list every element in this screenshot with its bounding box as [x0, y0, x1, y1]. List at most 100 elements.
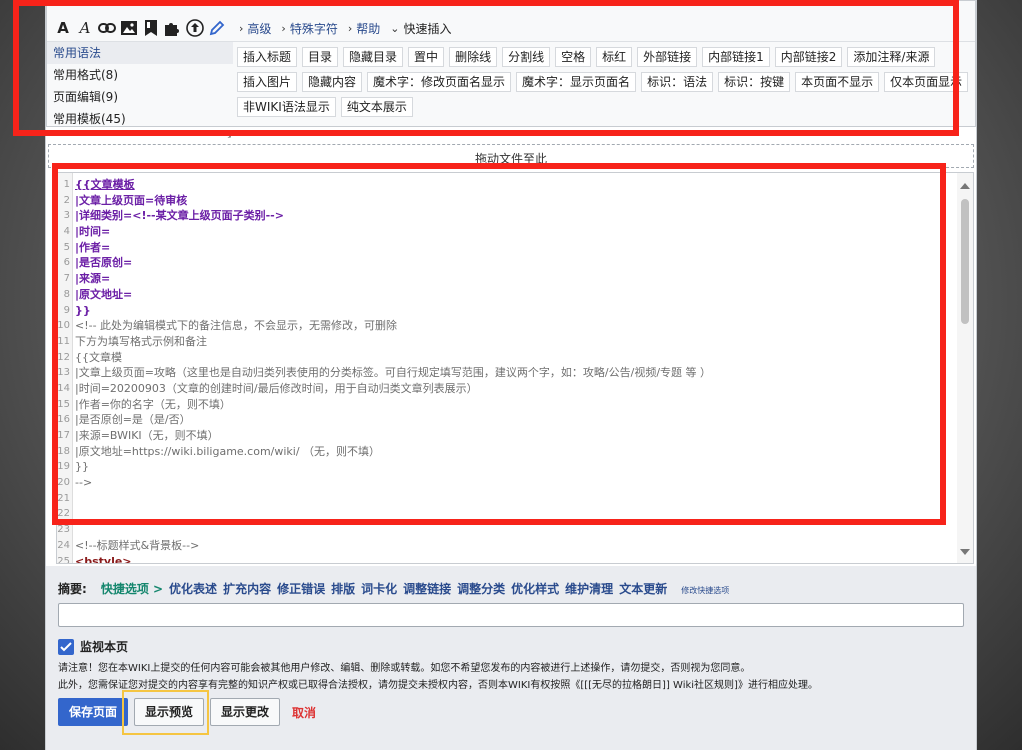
summary-option[interactable]: 文本更新 [619, 580, 667, 597]
scrollbar-thumb[interactable] [961, 199, 969, 324]
summary-label: 摘要: [58, 582, 87, 596]
show-changes-button[interactable]: 显示更改 [210, 698, 281, 726]
code-line[interactable]: 6 |是否原创= [57, 255, 957, 271]
upload-icon[interactable] [185, 17, 205, 39]
line-number: 17 [57, 430, 70, 441]
scroll-down-arrow-icon[interactable] [960, 549, 970, 555]
snippet-button[interactable]: 置中 [408, 47, 445, 67]
edit-quick-options-link[interactable]: 修改快捷选项 [681, 585, 729, 596]
watch-checkbox[interactable] [58, 638, 74, 655]
code-line[interactable]: 18 |原文地址=https://wiki.biligame.com/wiki/ … [57, 444, 957, 460]
menu-help[interactable]: › 帮助 [348, 20, 380, 37]
category-common-formats[interactable]: 常用格式(8) [47, 64, 233, 86]
wiki-edit-page: A A › 高级 › 特殊字符 › 帮助 ⌄ 快速插入 常用语法 常用格式(8)… [45, 0, 977, 750]
summary-option[interactable]: 调整链接 [403, 580, 451, 597]
code-line[interactable]: 22 [57, 506, 957, 522]
snippet-button[interactable]: 添加注释/来源 [847, 47, 936, 67]
menu-quick-insert[interactable]: ⌄ 快速插入 [390, 20, 451, 37]
snippet-button[interactable]: 本页面不显示 [795, 72, 880, 92]
toolbar-main-row: A A › 高级 › 特殊字符 › 帮助 ⌄ 快速插入 [53, 15, 451, 41]
snippet-button[interactable]: 外部链接 [637, 47, 698, 67]
snippet-button[interactable]: 内部链接1 [702, 47, 770, 67]
resize-handle[interactable]: ⤡ [223, 129, 231, 140]
scroll-up-arrow-icon[interactable] [960, 183, 970, 189]
cancel-link[interactable]: 取消 [292, 704, 316, 721]
category-page-editing[interactable]: 页面编辑(9) [47, 86, 233, 108]
line-text: --> [75, 476, 93, 490]
snippet-button[interactable]: 标识：按键 [718, 72, 791, 92]
image-icon[interactable] [119, 17, 139, 39]
code-line[interactable]: 11 下方为填写格式示例和备注 [57, 334, 957, 350]
code-line[interactable]: 3 |详细类别=<!--某文章上级页面子类别--> [57, 208, 957, 224]
summary-option[interactable]: 词卡化 [361, 580, 397, 597]
code-line[interactable]: 13 |文章上级页面=攻略（这里也是自动归类列表使用的分类标签。可自行规定填写范围… [57, 365, 957, 381]
code-line[interactable]: 8 |原文地址= [57, 287, 957, 303]
snippet-button[interactable]: 隐藏内容 [302, 72, 363, 92]
code-line[interactable]: 21 [57, 491, 957, 507]
preview-button[interactable]: 显示预览 [134, 698, 205, 726]
editor-scrollbar[interactable] [957, 173, 973, 563]
snippet-button[interactable]: 删除线 [449, 47, 498, 67]
code-line[interactable]: 17 |来源=BWIKI（无，则不填） [57, 428, 957, 444]
summary-option[interactable]: 调整分类 [457, 580, 505, 597]
line-text: {{文章模板 [75, 178, 135, 191]
link-icon[interactable] [97, 17, 117, 39]
line-number: 22 [57, 508, 70, 520]
code-line[interactable]: 1 {{文章模板 [57, 177, 957, 193]
code-line[interactable]: 9}} [57, 303, 957, 319]
menu-special-chars[interactable]: › 特殊字符 [281, 20, 337, 37]
line-number: 15 [57, 398, 70, 410]
snippet-button[interactable]: 空格 [555, 47, 592, 67]
summary-option[interactable]: 优化样式 [511, 580, 559, 597]
code-line[interactable]: 25 <bstyle> [57, 554, 957, 564]
snippet-button[interactable]: 魔术字：显示页面名 [516, 72, 637, 92]
category-common-templates[interactable]: 常用模板(45) [47, 108, 233, 130]
snippet-button[interactable]: 内部链接2 [774, 47, 843, 67]
code-editor[interactable]: 1 {{文章模板 2 |文章上级页面=待审核 3 |详细类别=<!--某文章上级页面子类别… [56, 172, 974, 564]
summary-option[interactable]: 扩充内容 [223, 580, 271, 597]
puzzle-icon[interactable] [163, 17, 183, 39]
snippet-button[interactable]: 标红 [596, 47, 633, 67]
code-line[interactable]: 19}} [57, 459, 957, 475]
code-line[interactable]: 12 {{文章模 [57, 350, 957, 366]
code-line[interactable]: 5 |作者= [57, 240, 957, 256]
summary-input[interactable] [58, 603, 964, 627]
file-drop-zone[interactable]: 拖动文件至此 [48, 144, 974, 168]
summary-option[interactable]: 维护清理 [565, 580, 613, 597]
snippet-button[interactable]: 插入图片 [237, 72, 298, 92]
snippet-button[interactable]: 纯文本展示 [340, 97, 413, 117]
code-line[interactable]: 15 |作者=你的名字（无，则不填） [57, 397, 957, 413]
snippet-button[interactable]: 目录 [302, 47, 339, 67]
code-line[interactable]: 7 |来源= [57, 271, 957, 287]
code-line[interactable]: 23 [57, 522, 957, 538]
pencil-icon[interactable] [207, 17, 227, 39]
bold-icon[interactable]: A [53, 17, 73, 39]
bookmark-icon[interactable] [141, 17, 161, 39]
snippet-button[interactable]: 魔术字：修改页面名显示 [367, 72, 512, 92]
code-line[interactable]: 24 <!--标题样式&背景板--> [57, 538, 957, 554]
code-line[interactable]: 14 |时间=20200903（文章的创建时间/最后修改时间，用于自动归类文章列表… [57, 381, 957, 397]
menu-advanced[interactable]: › 高级 [239, 20, 271, 37]
code-lines[interactable]: 1 {{文章模板 2 |文章上级页面=待审核 3 |详细类别=<!--某文章上级页面子类别… [57, 177, 957, 564]
code-line[interactable]: 2 |文章上级页面=待审核 [57, 193, 957, 209]
snippet-button[interactable]: 隐藏目录 [343, 47, 404, 67]
line-text: |是否原创=是（是/否） [75, 413, 191, 427]
summary-option[interactable]: 优化表述 [169, 580, 217, 597]
code-line[interactable]: 16 |是否原创=是（是/否） [57, 412, 957, 428]
italic-icon[interactable]: A [75, 17, 95, 39]
snippet-button[interactable]: 非WIKI语法显示 [237, 97, 336, 117]
snippet-button[interactable]: 仅本页面显示 [884, 72, 969, 92]
code-line[interactable]: 10 <!-- 此处为编辑模式下的备注信息，不会显示，无需修改，可删除 [57, 318, 957, 334]
line-number: 7 [63, 273, 70, 285]
snippet-button[interactable]: 标识：语法 [641, 72, 714, 92]
category-common-syntax[interactable]: 常用语法 [47, 42, 233, 64]
summary-option[interactable]: 排版 [331, 580, 355, 597]
snippet-button[interactable]: 插入标题 [237, 47, 298, 67]
save-button[interactable]: 保存页面 [58, 698, 129, 726]
line-text: <bstyle> [75, 554, 132, 564]
code-line[interactable]: 20 --> [57, 475, 957, 491]
snippet-button[interactable]: 分割线 [502, 47, 551, 67]
code-line[interactable]: 4 |时间= [57, 224, 957, 240]
summary-option[interactable]: 修正错误 [277, 580, 325, 597]
line-text: }} [75, 460, 89, 474]
